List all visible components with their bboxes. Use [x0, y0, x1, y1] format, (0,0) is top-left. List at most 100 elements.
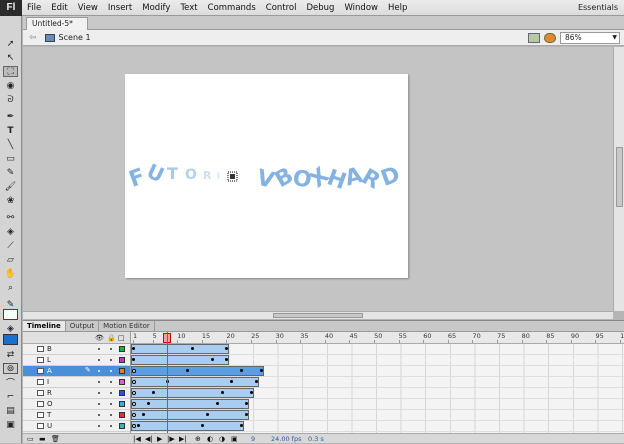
- edit-symbols-icon[interactable]: [528, 33, 540, 43]
- snap-to-objects-icon[interactable]: ⊚: [3, 363, 18, 374]
- layer-name[interactable]: O: [47, 399, 53, 409]
- frame-row[interactable]: [131, 421, 624, 432]
- layer-toggle-dot[interactable]: [110, 425, 112, 427]
- menu-text[interactable]: Text: [175, 0, 202, 16]
- frame-span[interactable]: [131, 344, 230, 354]
- document-tab[interactable]: Untitled-5*: [26, 17, 88, 30]
- tab-motion-editor[interactable]: Motion Editor: [99, 321, 155, 331]
- blank-keyframe[interactable]: [132, 369, 136, 373]
- layer-row-r[interactable]: R: [23, 388, 130, 399]
- menu-help[interactable]: Help: [383, 0, 412, 16]
- frame-span[interactable]: [131, 388, 254, 398]
- layer-outline-color[interactable]: [119, 346, 125, 352]
- layer-toggle-dot[interactable]: [98, 414, 100, 416]
- fill-color-swatch[interactable]: [3, 334, 18, 345]
- pencil-tool-icon[interactable]: ✎: [3, 167, 18, 178]
- straighten-icon[interactable]: ⌐: [3, 391, 18, 402]
- layer-row-i[interactable]: I: [23, 377, 130, 388]
- frame-span[interactable]: [131, 377, 259, 387]
- menu-control[interactable]: Control: [261, 0, 302, 16]
- letter-shape[interactable]: D: [378, 162, 404, 192]
- blank-keyframe[interactable]: [132, 413, 136, 417]
- subselection-tool-icon[interactable]: ↖: [3, 52, 18, 63]
- option2-icon[interactable]: ▣: [3, 419, 18, 430]
- menu-commands[interactable]: Commands: [203, 0, 261, 16]
- menu-modify[interactable]: Modify: [137, 0, 175, 16]
- blank-keyframe[interactable]: [132, 380, 136, 384]
- blank-keyframe[interactable]: [132, 424, 136, 428]
- keyframe[interactable]: [136, 424, 140, 427]
- frame-row[interactable]: [131, 399, 624, 410]
- layer-name[interactable]: U: [47, 421, 52, 431]
- layer-toggle-dot[interactable]: [98, 359, 100, 361]
- text-tool-icon[interactable]: T: [3, 125, 18, 136]
- keyframe[interactable]: [220, 391, 224, 394]
- frame-ruler[interactable]: 1510152025303540455055606570758085909510…: [130, 332, 624, 344]
- frame-span[interactable]: [131, 355, 230, 365]
- layer-toggle-dot[interactable]: [110, 392, 112, 394]
- layer-toggle-dot[interactable]: [110, 348, 112, 350]
- layer-outline-color[interactable]: [119, 401, 125, 407]
- paint-bucket-tool-icon[interactable]: ◈: [3, 226, 18, 237]
- layer-name[interactable]: B: [47, 344, 52, 354]
- tab-timeline[interactable]: Timeline: [23, 321, 66, 331]
- frame-span[interactable]: [131, 410, 250, 420]
- menu-insert[interactable]: Insert: [103, 0, 137, 16]
- layer-outline-color[interactable]: [119, 357, 125, 363]
- keyframe[interactable]: [132, 358, 135, 361]
- layer-name[interactable]: L: [47, 355, 51, 365]
- layer-toggle-dot[interactable]: [98, 381, 100, 383]
- keyframe[interactable]: [146, 402, 150, 405]
- frame-row[interactable]: [131, 355, 624, 366]
- layer-toggle-dot[interactable]: [98, 403, 100, 405]
- layer-row-t[interactable]: T: [23, 410, 130, 421]
- zoom-tool-icon[interactable]: ⌕: [3, 282, 18, 293]
- letter-shape[interactable]: R: [203, 169, 212, 182]
- hand-tool-icon[interactable]: ✋: [3, 268, 18, 279]
- vertical-scrollbar[interactable]: [613, 47, 624, 311]
- layer-outline-color[interactable]: [119, 368, 125, 374]
- vertical-scroll-thumb[interactable]: [616, 147, 623, 207]
- brush-tool-icon[interactable]: 🖌: [3, 181, 18, 192]
- lasso-tool-icon[interactable]: ᘐ: [3, 94, 18, 105]
- layer-name[interactable]: T: [47, 410, 51, 420]
- frame-row[interactable]: [131, 366, 624, 377]
- layer-toggle-dot[interactable]: [110, 359, 112, 361]
- bone-tool-icon[interactable]: ⚯: [3, 212, 18, 223]
- frame-row[interactable]: [131, 410, 624, 421]
- keyframe[interactable]: [205, 413, 209, 416]
- layer-name[interactable]: R: [47, 388, 52, 398]
- menu-edit[interactable]: Edit: [46, 0, 72, 16]
- swap-colors-icon[interactable]: ⇄: [3, 349, 18, 360]
- menu-debug[interactable]: Debug: [302, 0, 340, 16]
- eraser-tool-icon[interactable]: ▱: [3, 254, 18, 265]
- layer-toggle-dot[interactable]: [110, 370, 112, 372]
- rectangle-tool-icon[interactable]: ▭: [3, 153, 18, 164]
- smooth-icon[interactable]: ⌒: [3, 377, 18, 389]
- layer-outline-color[interactable]: [119, 379, 125, 385]
- keyframe[interactable]: [255, 380, 258, 383]
- horizontal-scrollbar[interactable]: [23, 311, 613, 319]
- layer-outline-color[interactable]: [119, 423, 125, 429]
- menu-window[interactable]: Window: [339, 0, 383, 16]
- layer-toggle-dot[interactable]: [98, 392, 100, 394]
- line-tool-icon[interactable]: ╲: [3, 139, 18, 150]
- menu-view[interactable]: View: [73, 0, 103, 16]
- tab-output[interactable]: Output: [66, 321, 100, 331]
- layer-toggle-dot[interactable]: [98, 425, 100, 427]
- eyedropper-tool-icon[interactable]: ⟋: [3, 240, 18, 251]
- layer-outline-color[interactable]: [119, 412, 125, 418]
- stroke-color-swatch[interactable]: [3, 309, 18, 320]
- playhead[interactable]: [167, 332, 168, 443]
- back-arrow-icon[interactable]: ⇦: [29, 33, 37, 43]
- layer-toggle-dot[interactable]: [98, 348, 100, 350]
- show-hide-icon[interactable]: 👁: [95, 334, 104, 342]
- workspace-switcher[interactable]: Essentials: [578, 0, 618, 16]
- pen-tool-icon[interactable]: ✒: [3, 111, 18, 122]
- horizontal-scroll-thumb[interactable]: [273, 313, 363, 318]
- keyframe[interactable]: [141, 413, 145, 416]
- scene-label[interactable]: Scene 1: [59, 33, 91, 42]
- layer-row-b[interactable]: B: [23, 344, 130, 355]
- frame-span[interactable]: [131, 421, 245, 431]
- outline-icon[interactable]: □: [118, 334, 125, 342]
